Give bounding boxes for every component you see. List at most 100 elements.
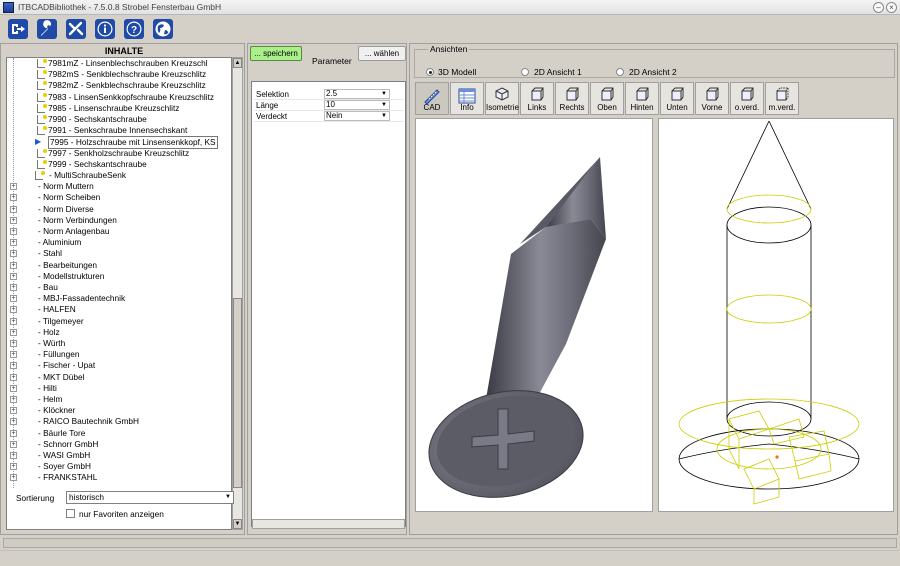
- view-button-info[interactable]: Info: [450, 82, 484, 115]
- exit-icon[interactable]: [7, 18, 29, 40]
- expand-icon[interactable]: +: [10, 250, 17, 258]
- expand-icon[interactable]: +: [10, 340, 17, 347]
- cube-back-icon: [636, 87, 649, 101]
- expand-icon[interactable]: +: [10, 384, 17, 392]
- expand-icon[interactable]: +: [10, 317, 17, 325]
- minimize-button[interactable]: –: [873, 2, 884, 13]
- tree-group-label: - Bäurle Tore: [38, 427, 86, 438]
- globe-icon[interactable]: [152, 18, 174, 40]
- expand-icon[interactable]: +: [10, 373, 17, 381]
- param-key: Länge: [256, 101, 279, 110]
- view-button-label: Isometrie: [486, 103, 519, 112]
- scroll-thumb[interactable]: [233, 298, 242, 488]
- expand-icon[interactable]: +: [10, 239, 17, 247]
- tools-icon[interactable]: [65, 18, 87, 40]
- expand-icon[interactable]: +: [10, 194, 17, 202]
- main-toolbar: ?: [0, 16, 900, 42]
- part-icon: [37, 70, 47, 80]
- tree-group-label: - Fischer - Upat: [38, 360, 96, 371]
- parameter-hscrollbar[interactable]: [252, 519, 405, 529]
- library-panel: INHALTE 7981mZ - Linsenblechschrauben Kr…: [0, 43, 245, 535]
- scroll-down-arrow[interactable]: ▼: [233, 519, 242, 529]
- favorites-checkbox[interactable]: [66, 509, 75, 518]
- cube-right-icon: [566, 87, 579, 101]
- wrench-icon[interactable]: [36, 18, 58, 40]
- expand-icon[interactable]: +: [10, 216, 17, 224]
- info-icon[interactable]: [94, 18, 116, 40]
- expand-icon[interactable]: +: [10, 418, 17, 426]
- tree-group-label: - Füllungen: [38, 349, 80, 360]
- part-icon: [37, 126, 47, 136]
- view-button-isometrie[interactable]: Isometrie: [485, 82, 519, 115]
- expand-icon[interactable]: +: [10, 474, 17, 482]
- expand-icon[interactable]: +: [10, 328, 17, 336]
- radio-3d-model[interactable]: [426, 68, 434, 76]
- view-button-label: Unten: [666, 103, 688, 112]
- chevron-down-icon[interactable]: ▼: [381, 89, 387, 99]
- chevron-down-icon[interactable]: ▼: [223, 492, 233, 503]
- tree-item-label: 7990 - Sechskantschraube: [48, 114, 147, 124]
- expand-icon[interactable]: +: [10, 228, 17, 235]
- expand-icon[interactable]: +: [10, 183, 17, 191]
- expand-icon[interactable]: +: [10, 306, 17, 314]
- param-row: Länge 10 ▼: [254, 100, 404, 111]
- expand-icon[interactable]: +: [10, 205, 17, 213]
- tree-group-label: - Hilti: [38, 382, 57, 393]
- save-button[interactable]: ... speichern: [250, 46, 302, 61]
- part-icon: [37, 81, 47, 91]
- expand-icon[interactable]: +: [10, 362, 17, 370]
- part-icon: [37, 103, 47, 113]
- view-button-hidden-off[interactable]: o.verd.: [730, 82, 764, 115]
- view-button-hinten[interactable]: Hinten: [625, 82, 659, 115]
- expand-icon[interactable]: +: [10, 407, 17, 415]
- chevron-down-icon[interactable]: ▼: [381, 111, 387, 121]
- view-button-oben[interactable]: Oben: [590, 82, 624, 115]
- expand-icon[interactable]: +: [10, 452, 17, 459]
- expand-icon[interactable]: +: [10, 272, 17, 280]
- 3d-model-viewport[interactable]: [415, 118, 653, 512]
- expand-icon[interactable]: +: [10, 463, 17, 471]
- radio-2d-view-2[interactable]: [616, 68, 624, 76]
- expand-icon[interactable]: +: [10, 396, 17, 403]
- view-button-rechts[interactable]: Rechts: [555, 82, 589, 115]
- view-button-unten[interactable]: Unten: [660, 82, 694, 115]
- expand-icon[interactable]: +: [10, 351, 17, 359]
- sort-select[interactable]: historisch ▼: [66, 491, 234, 504]
- radio-2d-view-1[interactable]: [521, 68, 529, 76]
- tree-scrollbar[interactable]: ▲ ▼: [232, 57, 243, 530]
- cube-hidden-off-icon: [741, 87, 754, 101]
- part-icon: [37, 59, 47, 68]
- tree-item-label: 7982mZ - Senkblechschraube Kreuzschlitz: [48, 80, 206, 91]
- expand-icon[interactable]: +: [10, 284, 17, 291]
- expand-icon[interactable]: +: [10, 295, 17, 303]
- screw-wireframe: [678, 120, 860, 505]
- help-icon[interactable]: ?: [123, 18, 145, 40]
- expand-icon[interactable]: +: [10, 440, 17, 448]
- view-button-label: CAD: [423, 103, 441, 112]
- cube-icon: [495, 87, 509, 101]
- scroll-up-arrow[interactable]: ▲: [233, 58, 242, 68]
- view-button-vorne[interactable]: Vorne: [695, 82, 729, 115]
- view-button-cad[interactable]: CAD: [415, 82, 449, 115]
- chevron-down-icon[interactable]: ▼: [381, 100, 387, 110]
- favorites-label: nur Favoriten anzeigen: [79, 509, 164, 519]
- part-icon: [37, 159, 47, 169]
- view-button-label: o.verd.: [734, 103, 760, 112]
- choose-button[interactable]: ... wählen: [358, 46, 406, 61]
- view-button-links[interactable]: Links: [520, 82, 554, 115]
- param-row: Selektion 2.5 ▼: [254, 89, 404, 100]
- expand-icon[interactable]: +: [10, 429, 17, 437]
- tree-item-label: 7983 - LinsenSenkkopfschraube Kreuzschli…: [48, 91, 215, 102]
- radio-3d-model-label: 3D Modell: [438, 67, 477, 77]
- cube-front-icon: [706, 87, 719, 101]
- wireframe-viewport[interactable]: [658, 118, 894, 512]
- tree-item-label: 7991 - Senkschraube Innensechskant: [48, 125, 188, 136]
- app-icon: [3, 2, 14, 13]
- library-tree[interactable]: 7981mZ - Linsenblechschrauben Kreuzschl 7…: [6, 57, 232, 530]
- tree-item-label: 7981mZ - Linsenblechschrauben Kreuzschl: [48, 58, 208, 68]
- view-button-hidden-on[interactable]: m.verd.: [765, 82, 799, 115]
- close-button[interactable]: ×: [886, 2, 897, 13]
- expand-icon[interactable]: +: [10, 261, 17, 269]
- tree-group-label: - Helm: [38, 394, 63, 404]
- cube-bottom-icon: [671, 87, 684, 101]
